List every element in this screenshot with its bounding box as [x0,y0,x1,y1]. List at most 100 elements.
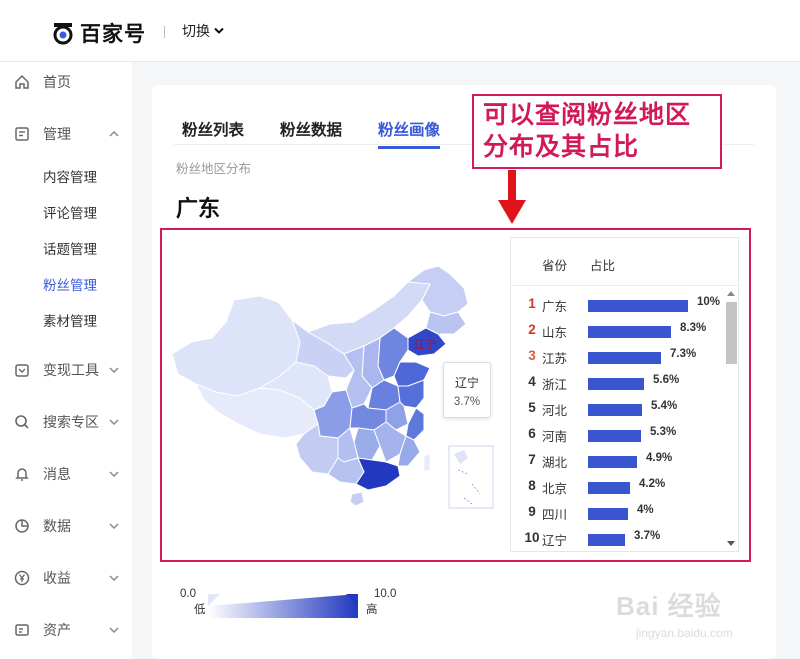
rank-number: 4 [528,374,536,389]
ranking-row[interactable]: 4 浙江 5.6% [511,374,723,400]
map-tooltip: 辽宁 3.7% [443,362,491,418]
monetize-icon [15,364,29,377]
chevron-down-icon [109,627,119,634]
rank-number: 3 [528,348,536,363]
south-china-sea-inset [448,445,494,509]
rank-number: 1 [528,296,536,311]
manage-icon [15,127,29,141]
legend-low: 低 [194,604,206,616]
sidebar-item-label: 变现工具 [43,362,99,378]
sidebar-item-label: 资产 [43,622,71,638]
tooltip-province: 辽宁 [454,376,479,390]
province-ranking-panel: 省份 占比 1 广东 10% 2 山东 8.3% 3 江苏 7.3% 4 浙江 5.6% 5 河北 5.4%… [510,237,740,552]
annotation-callout: 可以查阅粉丝地区 分布及其占比 [472,94,722,169]
sidebar-sub-content[interactable]: 内容管理 [43,166,97,186]
ranking-row[interactable]: 5 河北 5.4% [511,400,723,426]
scroll-down-arrow-icon[interactable] [727,541,735,546]
sidebar: 首页 管理 内容管理 评论管理 话题管理 粉丝管理 素材管理 变现工具 搜索专区… [0,62,132,659]
sidebar-item-label: 搜索专区 [43,414,99,430]
ranking-row[interactable]: 6 河南 5.3% [511,426,723,452]
sidebar-sub-materials[interactable]: 素材管理 [43,310,97,330]
legend-high: 高 [366,604,378,616]
sidebar-item-home[interactable]: 首页 [0,64,132,100]
yen-icon [14,570,30,586]
rank-province: 广东 [542,300,568,314]
brand-logo[interactable]: 百家号 [52,18,146,48]
ranking-row[interactable]: 7 湖北 4.9% [511,452,723,478]
rank-bar [588,482,630,494]
sidebar-item-label: 管理 [43,126,71,142]
bell-icon [15,468,29,481]
map-region-zhejiang [405,407,425,441]
map-legend: 0.0 低 10.0 高 [178,588,418,618]
sidebar-item-monetize[interactable]: 变现工具 [0,352,132,388]
sidebar-item-search[interactable]: 搜索专区 [0,404,132,440]
watermark-url: jingyan.baidu.com [636,626,733,640]
rank-province: 河南 [542,430,568,444]
top-bar: 百家号 切换 [0,0,800,62]
ranking-row[interactable]: 1 广东 10% [511,296,723,322]
sidebar-item-data[interactable]: 数据 [0,508,132,544]
rank-bar [588,534,625,546]
ranking-header: 省份 占比 [511,238,740,286]
ranking-row[interactable]: 8 北京 4.2% [511,478,723,504]
map-region-hainan [349,491,365,507]
arrow-down-icon [498,170,526,224]
rank-bar [588,352,661,364]
sidebar-item-manage[interactable]: 管理 [0,116,132,152]
sidebar-sub-fans[interactable]: 粉丝管理 [43,274,97,294]
account-switch-button[interactable]: 切换 [182,21,224,41]
sidebar-item-label: 收益 [43,570,71,586]
rank-bar [588,430,641,442]
rank-bar [588,508,628,520]
rank-province: 江苏 [542,352,568,366]
chevron-down-icon [109,419,119,426]
top-province: 广东 [176,196,221,221]
ranking-row[interactable]: 10 辽宁 3.7% [511,530,723,556]
header-province: 省份 [542,259,568,273]
sidebar-item-income[interactable]: 收益 [0,560,132,596]
ranking-row[interactable]: 2 山东 8.3% [511,322,723,348]
sidebar-item-assets[interactable]: 资产 [0,612,132,648]
rank-bar [588,378,644,390]
legend-gradient [208,594,358,618]
scroll-up-arrow-icon[interactable] [727,291,735,296]
switch-label: 切换 [182,23,210,39]
ranking-row[interactable]: 9 四川 4% [511,504,723,530]
tooltip-value: 3.7% [453,396,481,408]
sidebar-item-messages[interactable]: 消息 [0,456,132,492]
header-divider [164,26,165,38]
legend-max: 10.0 [374,588,397,600]
rank-province: 湖北 [542,456,568,470]
chevron-down-icon [109,575,119,582]
rank-percent: 4% [637,504,654,516]
home-icon [15,74,29,89]
chevron-up-icon [109,130,119,137]
chevron-down-icon [109,523,119,530]
rank-percent: 4.9% [646,452,673,464]
sidebar-sub-comments[interactable]: 评论管理 [43,202,97,222]
rank-province: 浙江 [542,378,568,392]
rank-percent: 4.2% [639,478,666,490]
rank-percent: 8.3% [680,322,707,334]
annotation-line-1: 可以查阅粉丝地区 [483,101,692,129]
annotation-line-2: 分布及其占比 [483,133,640,161]
rank-bar [588,300,688,312]
rank-province: 山东 [542,326,568,340]
rank-percent: 7.3% [670,348,697,360]
ranking-row[interactable]: 3 江苏 7.3% [511,348,723,374]
sidebar-sub-topics[interactable]: 话题管理 [43,238,97,258]
rank-province: 辽宁 [542,534,568,548]
scroll-thumb[interactable] [726,302,737,364]
section-title: 粉丝地区分布 [176,162,252,176]
rank-number: 9 [528,504,536,519]
pie-icon [15,519,29,533]
rank-percent: 10% [697,296,721,308]
chevron-down-icon [109,471,119,478]
rank-percent: 3.7% [634,530,661,542]
brand-name: 百家号 [80,23,146,46]
legend-min: 0.0 [180,588,196,600]
ranking-scrollbar[interactable] [724,286,738,551]
map-region-shandong [393,361,431,387]
chevron-down-icon [214,27,224,34]
